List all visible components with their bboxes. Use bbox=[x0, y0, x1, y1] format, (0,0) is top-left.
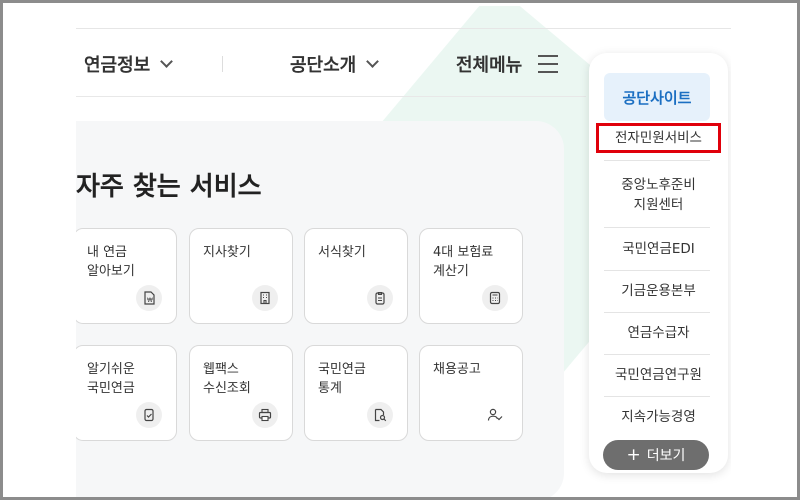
service-tile-label: 국민연금 통계 bbox=[318, 362, 366, 396]
nav-bottom-divider bbox=[76, 96, 586, 97]
service-tile-recruitment[interactable]: 채용공고 bbox=[419, 345, 523, 441]
service-tile-label: 채용공고 bbox=[433, 362, 481, 377]
calculator-icon bbox=[482, 285, 508, 311]
sidebar-item-sustainability[interactable]: 지속가능경영 bbox=[599, 407, 718, 427]
sidebar-divider bbox=[604, 270, 710, 271]
nav-pension-info[interactable]: 연금정보 bbox=[84, 51, 174, 77]
svg-text:₩: ₩ bbox=[147, 297, 153, 304]
service-tile-my-pension[interactable]: 내 연금 알아보기 ₩ bbox=[76, 228, 177, 324]
service-tile-label: 웹팩스 수신조회 bbox=[203, 362, 251, 396]
printer-icon bbox=[252, 402, 278, 428]
doc-search-icon bbox=[367, 402, 393, 428]
nav-nps-intro-label: 공단소개 bbox=[290, 55, 357, 76]
service-tile-label: 알기쉬운 국민연금 bbox=[87, 362, 135, 396]
top-divider bbox=[76, 28, 731, 29]
page-viewport: 연금정보 공단소개 전체메뉴 자주 찾는 서비스 내 연금 알아보기 ₩ 지사찾… bbox=[76, 6, 731, 497]
service-tile-statistics[interactable]: 국민연금 통계 bbox=[304, 345, 408, 441]
hamburger-menu-icon bbox=[538, 55, 559, 73]
nav-separator bbox=[222, 56, 223, 72]
service-tile-easy-pension[interactable]: 알기쉬운 국민연금 bbox=[76, 345, 177, 441]
sidebar-item-pensioners[interactable]: 연금수급자 bbox=[599, 323, 718, 343]
service-tile-label: 4대 보험료 계산기 bbox=[433, 245, 494, 279]
service-tile-webfax[interactable]: 웹팩스 수신조회 bbox=[189, 345, 293, 441]
sidebar-item-fund-management[interactable]: 기금운용본부 bbox=[599, 281, 718, 301]
sidebar-divider bbox=[604, 354, 710, 355]
service-tile-branch-finder[interactable]: 지사찾기 bbox=[189, 228, 293, 324]
services-title: 자주 찾는 서비스 bbox=[76, 172, 262, 202]
chevron-down-icon bbox=[160, 54, 174, 68]
service-tile-insurance-calculator[interactable]: 4대 보험료 계산기 bbox=[419, 228, 523, 324]
nav-pension-info-label: 연금정보 bbox=[84, 55, 151, 76]
sidebar-divider bbox=[604, 312, 710, 313]
sidebar-item-retirement-center[interactable]: 중앙노후준비 지원센터 bbox=[599, 175, 718, 215]
sidebar-divider bbox=[604, 227, 710, 228]
clipboard-icon bbox=[367, 285, 393, 311]
screenshot-frame: 연금정보 공단소개 전체메뉴 자주 찾는 서비스 내 연금 알아보기 ₩ 지사찾… bbox=[0, 0, 800, 500]
nps-sites-panel: 공단사이트 전자민원서비스 중앙노후준비 지원센터 국민연금EDI 기금운용본부… bbox=[589, 53, 728, 473]
sidebar-item-research-institute[interactable]: 국민연금연구원 bbox=[599, 365, 718, 385]
more-button[interactable]: + 더보기 bbox=[603, 440, 709, 470]
more-button-label: 더보기 bbox=[646, 448, 686, 464]
sidebar-divider bbox=[604, 160, 710, 161]
nav-full-menu-label: 전체메뉴 bbox=[456, 55, 523, 76]
service-tile-form-finder[interactable]: 서식찾기 bbox=[304, 228, 408, 324]
nav-nps-intro[interactable]: 공단소개 bbox=[290, 51, 380, 77]
nps-sites-heading: 공단사이트 bbox=[604, 73, 710, 121]
service-tile-label: 지사찾기 bbox=[203, 245, 251, 260]
nav-full-menu[interactable]: 전체메뉴 bbox=[456, 51, 559, 77]
doc-check-icon bbox=[136, 402, 162, 428]
plus-icon: + bbox=[626, 444, 641, 465]
sidebar-item-nps-edi[interactable]: 국민연금EDI bbox=[599, 239, 718, 259]
service-tile-label: 서식찾기 bbox=[318, 245, 366, 260]
service-tile-label: 내 연금 알아보기 bbox=[87, 245, 135, 279]
pension-doc-icon: ₩ bbox=[136, 285, 162, 311]
building-icon bbox=[252, 285, 278, 311]
sidebar-divider bbox=[604, 396, 710, 397]
chevron-down-icon bbox=[366, 54, 380, 68]
sidebar-item-e-civil-service[interactable]: 전자민원서비스 bbox=[596, 123, 721, 153]
user-check-icon bbox=[482, 402, 508, 428]
